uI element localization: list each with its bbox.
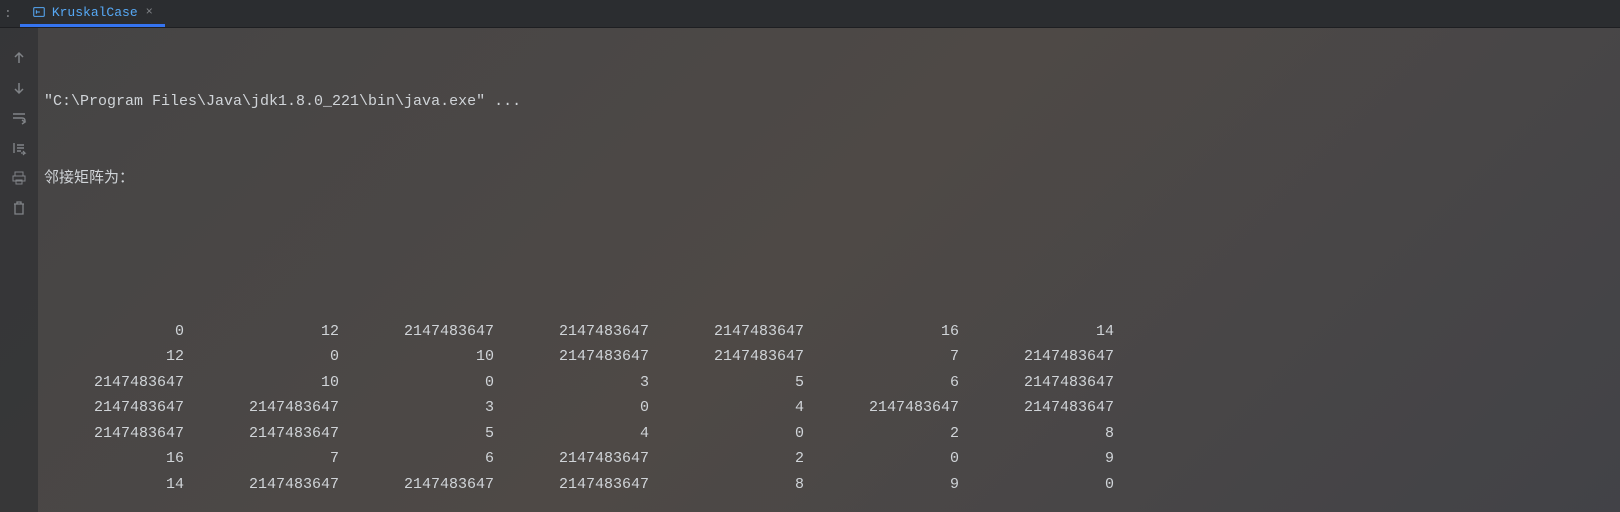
cmd-line: "C:\Program Files\Java\jdk1.8.0_221\bin\… <box>44 89 1614 115</box>
matrix-cell: 6 <box>349 446 504 472</box>
matrix-cell: 7 <box>814 344 969 370</box>
matrix-cell: 3 <box>504 370 659 396</box>
matrix-cell: 2147483647 <box>504 319 659 345</box>
matrix-cell: 16 <box>44 446 194 472</box>
matrix-row: 16762147483647209 <box>44 446 1614 472</box>
matrix-cell: 4 <box>659 395 814 421</box>
matrix-cell: 2147483647 <box>349 472 504 498</box>
matrix-cell: 2147483647 <box>504 472 659 498</box>
matrix-cell: 14 <box>44 472 194 498</box>
soft-wrap-icon[interactable] <box>9 108 29 128</box>
matrix-cell: 0 <box>659 421 814 447</box>
matrix-cell: 0 <box>44 319 194 345</box>
trash-icon[interactable] <box>9 198 29 218</box>
adjacency-matrix: 0122147483647214748364721474836471614120… <box>44 319 1614 498</box>
tab-label: KruskalCase <box>52 5 138 20</box>
matrix-cell: 2147483647 <box>349 319 504 345</box>
matrix-cell: 3 <box>349 395 504 421</box>
print-icon[interactable] <box>9 168 29 188</box>
close-icon[interactable]: × <box>146 5 153 19</box>
run-tab-kruskalcase[interactable]: KruskalCase × <box>20 0 165 27</box>
matrix-cell: 4 <box>504 421 659 447</box>
matrix-cell: 6 <box>814 370 969 396</box>
run-tab-bar: : KruskalCase × <box>0 0 1620 28</box>
matrix-cell: 2 <box>814 421 969 447</box>
matrix-row: 2147483647214748364730421474836472147483… <box>44 395 1614 421</box>
console-gutter <box>0 28 38 512</box>
matrix-cell: 2147483647 <box>969 395 1124 421</box>
matrix-cell: 2147483647 <box>44 421 194 447</box>
matrix-cell: 5 <box>349 421 504 447</box>
matrix-cell: 2147483647 <box>194 395 349 421</box>
matrix-row: 2147483647214748364754028 <box>44 421 1614 447</box>
run-config-icon <box>32 5 46 19</box>
matrix-cell: 12 <box>44 344 194 370</box>
matrix-cell: 2147483647 <box>969 370 1124 396</box>
matrix-cell: 7 <box>194 446 349 472</box>
main-area: "C:\Program Files\Java\jdk1.8.0_221\bin\… <box>0 28 1620 512</box>
matrix-cell: 2147483647 <box>814 395 969 421</box>
matrix-cell: 2147483647 <box>44 370 194 396</box>
matrix-cell: 2147483647 <box>659 319 814 345</box>
matrix-cell: 10 <box>194 370 349 396</box>
tab-prefix: : <box>4 6 12 21</box>
matrix-cell: 0 <box>504 395 659 421</box>
matrix-cell: 2147483647 <box>659 344 814 370</box>
matrix-cell: 2 <box>659 446 814 472</box>
matrix-cell: 10 <box>349 344 504 370</box>
blank-line <box>44 242 1614 268</box>
matrix-cell: 2147483647 <box>504 344 659 370</box>
matrix-row: 120102147483647214748364772147483647 <box>44 344 1614 370</box>
matrix-cell: 0 <box>349 370 504 396</box>
matrix-title: 邻接矩阵为： <box>44 166 1614 192</box>
matrix-cell: 9 <box>969 446 1124 472</box>
matrix-cell: 2147483647 <box>969 344 1124 370</box>
matrix-cell: 14 <box>969 319 1124 345</box>
console-output[interactable]: "C:\Program Files\Java\jdk1.8.0_221\bin\… <box>38 28 1620 512</box>
matrix-cell: 9 <box>814 472 969 498</box>
matrix-row: 0122147483647214748364721474836471614 <box>44 319 1614 345</box>
matrix-cell: 2147483647 <box>194 421 349 447</box>
matrix-cell: 2147483647 <box>44 395 194 421</box>
matrix-cell: 12 <box>194 319 349 345</box>
matrix-row: 14214748364721474836472147483647890 <box>44 472 1614 498</box>
matrix-cell: 8 <box>659 472 814 498</box>
matrix-cell: 16 <box>814 319 969 345</box>
matrix-cell: 0 <box>194 344 349 370</box>
arrow-down-icon[interactable] <box>9 78 29 98</box>
matrix-cell: 8 <box>969 421 1124 447</box>
scroll-to-end-icon[interactable] <box>9 138 29 158</box>
matrix-cell: 0 <box>969 472 1124 498</box>
matrix-cell: 2147483647 <box>504 446 659 472</box>
matrix-cell: 2147483647 <box>194 472 349 498</box>
matrix-cell: 5 <box>659 370 814 396</box>
matrix-cell: 0 <box>814 446 969 472</box>
matrix-row: 21474836471003562147483647 <box>44 370 1614 396</box>
arrow-up-icon[interactable] <box>9 48 29 68</box>
